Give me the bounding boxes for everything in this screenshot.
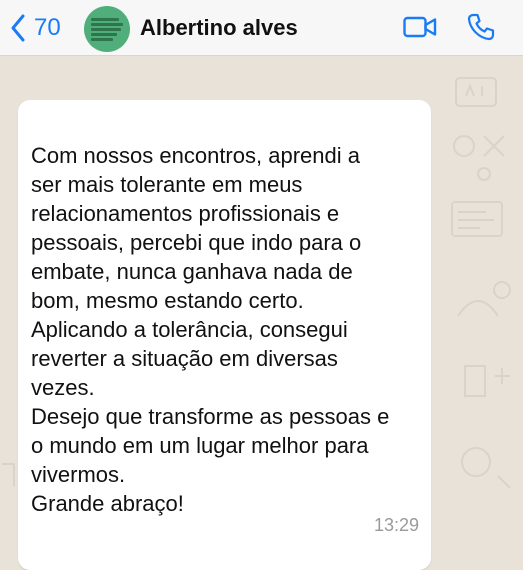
message-line: vezes.	[31, 375, 95, 400]
message-line: Grande abraço!	[31, 491, 184, 516]
voice-call-button[interactable]	[466, 12, 496, 47]
video-camera-icon	[403, 16, 437, 38]
wallpaper-doodle	[451, 201, 503, 237]
message-line: Com nossos encontros, aprendi a	[31, 143, 360, 168]
message-line: Aplicando a tolerância, consegui	[31, 317, 348, 342]
message-line: o mundo em um lugar melhor para	[31, 433, 369, 458]
message-line: reverter a situação em diversas	[31, 346, 338, 371]
wallpaper-doodle	[455, 77, 497, 107]
wallpaper-doodle	[464, 365, 510, 397]
message-text: Com nossos encontros, aprendi a ser mais…	[31, 141, 426, 518]
message-line: Desejo que transforme as pessoas e	[31, 404, 390, 429]
message-timestamp: 13:29	[374, 515, 420, 535]
phone-icon	[467, 13, 495, 41]
message-line: embate, nunca ganhava nada de	[31, 259, 353, 284]
video-call-button[interactable]	[403, 15, 437, 44]
chevron-left-icon	[11, 14, 25, 42]
wallpaper-doodle	[2, 463, 15, 486]
wallpaper-doodle	[461, 447, 511, 489]
message-line: relacionamentos profissionais e	[31, 201, 340, 226]
message-line: ser mais tolerante em meus	[31, 172, 303, 197]
wallpaper-doodle	[457, 281, 511, 317]
back-button[interactable]: 70	[10, 8, 61, 48]
avatar[interactable]	[84, 6, 130, 52]
message-line: pessoais, percebi que indo para o	[31, 230, 362, 255]
unread-count: 70	[34, 14, 61, 41]
wallpaper-doodle	[453, 135, 505, 181]
message-line: vivermos.	[31, 462, 126, 487]
chat-background: Com nossos encontros, aprendi a ser mais…	[0, 56, 523, 570]
chat-header: 70 Albertino alves	[0, 0, 523, 56]
contact-name[interactable]: Albertino alves	[140, 15, 298, 41]
message-line: bom, mesmo estando certo.	[31, 288, 304, 313]
